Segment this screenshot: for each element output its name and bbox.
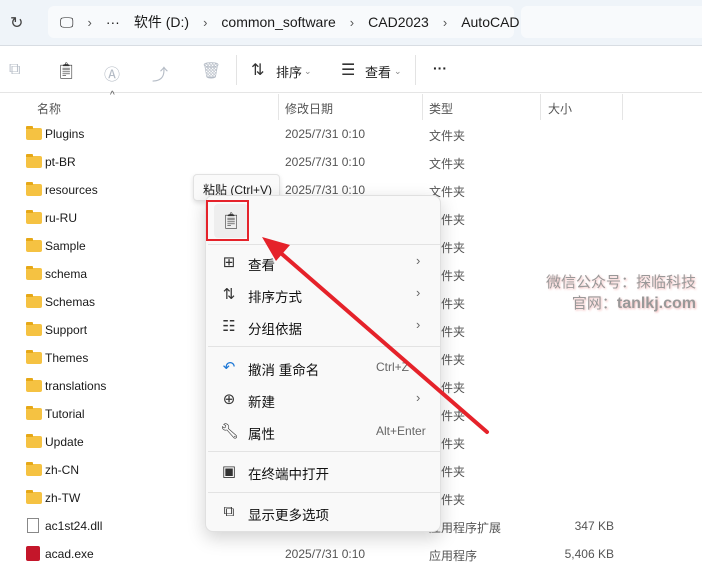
watermark-prefix: 官网： (571, 295, 617, 312)
watermark: 微信公众号：探临科技 官网：tanlkj.com (546, 272, 696, 314)
watermark-line1: 微信公众号：探临科技 (545, 274, 696, 291)
watermark-line2: 官网：tanlkj.com (546, 293, 696, 314)
watermark-site: tanlkj.com (616, 295, 696, 312)
